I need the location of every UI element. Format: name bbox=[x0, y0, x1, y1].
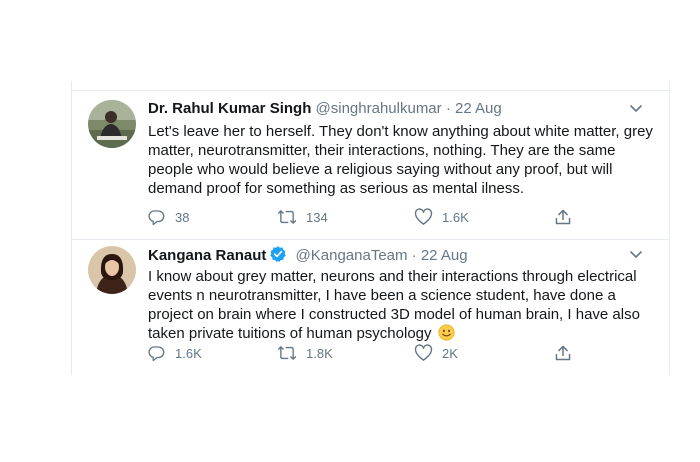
share-icon bbox=[554, 344, 572, 362]
verified-badge-icon bbox=[269, 245, 287, 269]
retweet-button[interactable]: 1.8K bbox=[277, 343, 333, 363]
retweet-count: 134 bbox=[306, 209, 328, 225]
chevron-down-icon[interactable] bbox=[629, 247, 643, 267]
chevron-down-icon[interactable] bbox=[629, 101, 643, 121]
author-handle[interactable]: @singhrahulkumar bbox=[316, 100, 442, 117]
like-count: 2K bbox=[442, 345, 458, 361]
author-name[interactable]: Kangana Ranaut bbox=[148, 247, 266, 264]
reply-icon bbox=[148, 208, 166, 226]
tweet-header: Dr. Rahul Kumar Singh @singhrahulkumar ·… bbox=[148, 99, 657, 119]
tweet[interactable]: Dr. Rahul Kumar Singh @singhrahulkumar ·… bbox=[72, 90, 669, 240]
like-icon bbox=[414, 208, 433, 226]
avatar[interactable] bbox=[88, 246, 136, 294]
avatar[interactable] bbox=[88, 100, 136, 148]
tweet-actions: 1.6K 1.8K 2K bbox=[148, 343, 669, 363]
tweet-text: I know about grey matter, neurons and th… bbox=[148, 267, 653, 343]
share-button[interactable] bbox=[554, 207, 572, 227]
retweet-count: 1.8K bbox=[306, 345, 333, 361]
reply-button[interactable]: 38 bbox=[148, 207, 189, 227]
reply-icon bbox=[148, 344, 166, 362]
tweet-date[interactable]: 22 Aug bbox=[455, 100, 502, 117]
reply-count: 1.6K bbox=[175, 345, 202, 361]
tweet[interactable]: Kangana Ranaut @KanganaTeam · 22 Aug I k… bbox=[72, 240, 669, 375]
like-button[interactable]: 1.6K bbox=[414, 207, 469, 227]
tweet-text-content: I know about grey matter, neurons and th… bbox=[148, 268, 640, 342]
like-button[interactable]: 2K bbox=[414, 343, 458, 363]
tweet-date[interactable]: 22 Aug bbox=[421, 247, 468, 264]
retweet-button[interactable]: 134 bbox=[277, 207, 328, 227]
like-icon bbox=[414, 344, 433, 362]
tweet-header: Kangana Ranaut @KanganaTeam · 22 Aug bbox=[148, 245, 657, 265]
share-icon bbox=[554, 208, 572, 226]
reply-count: 38 bbox=[175, 209, 190, 225]
retweet-icon bbox=[277, 344, 297, 362]
separator: · bbox=[411, 247, 417, 264]
separator: · bbox=[445, 100, 451, 117]
author-handle[interactable]: @KanganaTeam bbox=[296, 247, 408, 264]
tweet-actions: 38 134 1.6K bbox=[148, 207, 669, 227]
author-name[interactable]: Dr. Rahul Kumar Singh bbox=[148, 100, 311, 117]
retweet-icon bbox=[277, 208, 297, 226]
tweet-thread: Dr. Rahul Kumar Singh @singhrahulkumar ·… bbox=[71, 81, 670, 375]
share-button[interactable] bbox=[554, 343, 572, 363]
slightly-smiling-face-icon bbox=[438, 324, 455, 341]
like-count: 1.6K bbox=[442, 209, 469, 225]
reply-button[interactable]: 1.6K bbox=[148, 343, 202, 363]
tweet-text: Let's leave her to herself. They don't k… bbox=[148, 123, 653, 197]
